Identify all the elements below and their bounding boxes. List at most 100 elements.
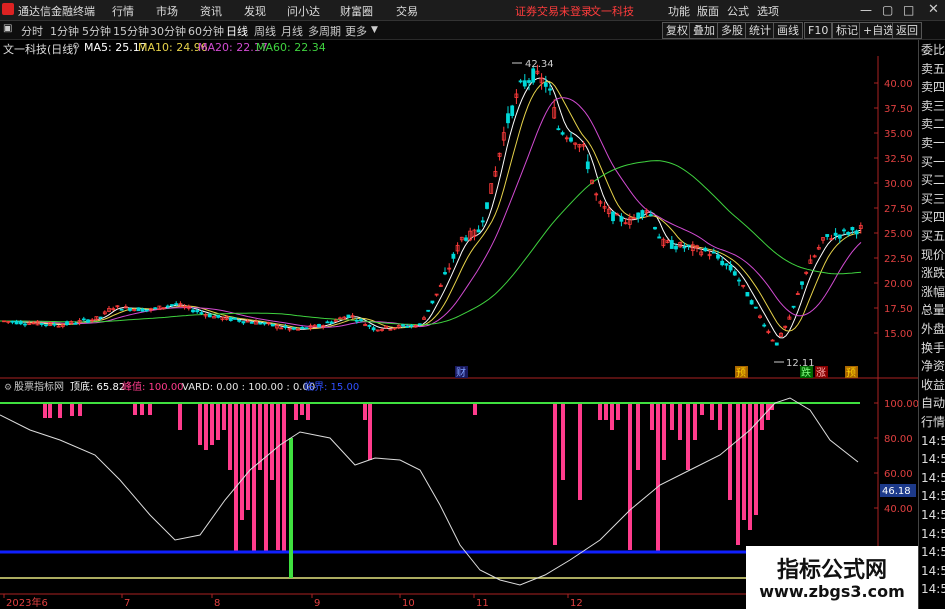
sidebar-item[interactable]: 买五 [921,228,945,245]
candle-body [556,128,561,131]
candle-body [842,229,846,232]
indicator-bar [294,403,298,420]
event-forecast-label: 预 [736,367,746,379]
chart-canvas[interactable]: 40.00 37.50 35.00 32.50 30.00 27.50 25.00 22.50… [0,0,918,609]
sidebar-item[interactable]: 涨跌 [921,265,945,282]
candle-body [833,232,838,236]
sidebar-item[interactable]: 现价 [921,247,945,264]
sidebar-item[interactable]: 外盘 [921,321,945,338]
sidebar-item[interactable]: 14:50 [921,507,945,524]
watermark-title: 指标公式网 [776,558,887,583]
indicator-bar [710,403,714,420]
candle-body [262,322,267,325]
indicator-bar [264,403,268,552]
indicator-bar [636,403,640,470]
indicator-tick-label: 60.00 [884,469,913,480]
candle-body [846,232,851,235]
candle-body [98,316,103,319]
indicator-bar [604,403,608,420]
candle-body [65,321,69,325]
candle-body [283,325,288,328]
sidebar-item[interactable]: 买一 [921,154,945,171]
candle-body [405,325,410,328]
indicator-bar [246,403,250,510]
date-label: 2023年6 [6,596,48,609]
sidebar-item[interactable]: 总量 [921,302,945,319]
indicator-tick-label: 40.00 [884,504,913,515]
sidebar-item[interactable]: 卖一 [921,135,945,152]
candle-body [258,322,263,325]
close-icon[interactable]: ✕ [928,2,939,17]
indicator-bar [650,403,654,430]
candle-body [325,321,330,324]
indicator-bar [686,403,690,470]
indicator-bar [210,403,214,445]
sidebar-item[interactable]: 行情 [921,414,945,431]
sidebar-item[interactable]: 14:50 [921,488,945,505]
candle-body [611,211,615,222]
sidebar-item[interactable]: 14:50 [921,451,945,468]
candle-body [854,230,859,235]
candle-body [443,272,447,275]
candle-body [409,324,414,327]
sidebar-item[interactable]: 14:50 [921,433,945,450]
sidebar-item[interactable]: 卖四 [921,79,945,96]
sidebar-item[interactable]: 卖二 [921,116,945,133]
candle-body [451,253,456,259]
indicator-bar [282,403,286,552]
candle-body [23,323,27,326]
candle-body [825,234,830,237]
indicator-bar [628,403,632,550]
candle-body [18,321,23,325]
sidebar-item[interactable]: 换手 [921,340,945,357]
sidebar-item[interactable]: 买三 [921,191,945,208]
price-tick-label: 15.00 [884,329,913,340]
sidebar-item[interactable]: 14:50 [921,470,945,487]
ma60-line [0,160,862,326]
candle-body [728,264,733,271]
sidebar-item[interactable]: 买二 [921,172,945,189]
indicator-bar [678,403,682,440]
candle-body [522,80,527,87]
indicator-bar [616,403,620,420]
candle-body [510,105,515,116]
indicator-bar [58,403,62,418]
sidebar-item[interactable]: 买四 [921,209,945,226]
indicator-bar [216,403,220,440]
candle-body [119,308,124,311]
candle-body [170,304,174,306]
candle-body [585,161,590,170]
indicator-tick-label: 100.00 [884,399,918,410]
indicator-bar [754,403,758,515]
candle-body [86,319,90,323]
candle-body [636,212,641,219]
sidebar-item[interactable]: 14:50 [921,526,945,543]
sidebar-item[interactable]: 涨幅 [921,284,945,301]
sidebar-item[interactable]: 收益 [921,377,945,394]
price-tick-label: 37.50 [884,104,913,115]
indicator-gear-icon[interactable]: ⚙ [4,383,12,393]
candle-body [270,323,275,327]
sidebar-item[interactable]: 卖三 [921,98,945,115]
sidebar-item[interactable]: 净资 [921,358,945,375]
candle-body [745,292,750,297]
indicator-bar [178,403,182,430]
sidebar-item[interactable]: 卖五 [921,61,945,78]
candle-body [648,214,653,216]
date-label: 12 [570,598,583,609]
indicator-bar [78,403,82,416]
price-tick-label: 20.00 [884,279,913,290]
candle-body [44,324,48,327]
event-forecast-label-2: 预 [846,367,856,379]
indicator-bar [204,403,208,450]
sidebar-item[interactable]: 委比 [921,42,945,59]
sidebar-item[interactable]: 14:50 [921,563,945,580]
candle-body [81,318,86,321]
candle-body [144,309,149,312]
sidebar-item[interactable]: 14:50 [921,581,945,598]
candle-body [543,82,548,87]
candle-body [774,342,779,346]
sidebar-item[interactable]: 自动 [921,395,945,412]
candle-body [216,314,221,318]
sidebar-item[interactable]: 14:50 [921,544,945,561]
